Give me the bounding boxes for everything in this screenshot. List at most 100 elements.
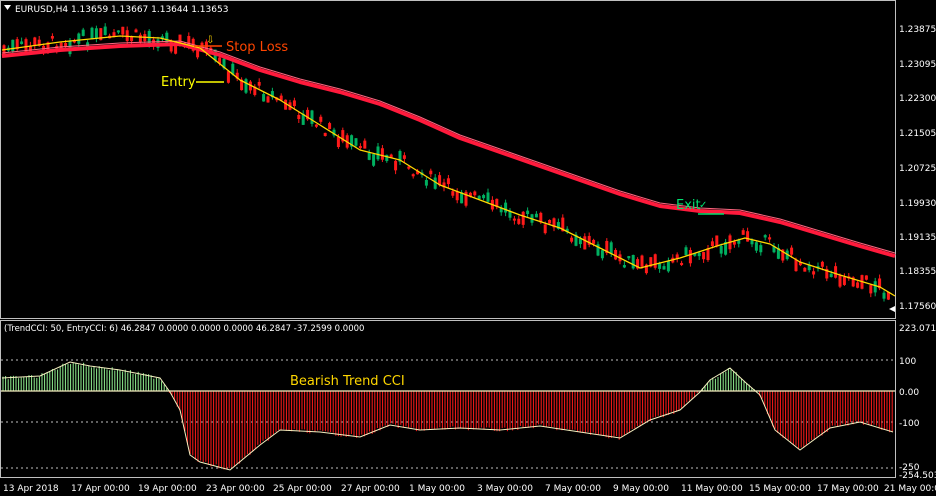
- price-tick-label: 1.18355: [899, 267, 936, 277]
- candle-body: [548, 219, 552, 224]
- price-tick-label: 1.19135: [899, 233, 936, 243]
- candle-body: [20, 41, 24, 45]
- candle-body: [842, 276, 846, 285]
- candle-body: [812, 271, 816, 275]
- candle-body: [754, 242, 758, 251]
- candle-body: [710, 241, 714, 247]
- time-tick-label: 15 May 00:00: [749, 484, 811, 494]
- time-tick-label: 13 Apr 2018: [3, 484, 59, 494]
- candle-body: [622, 265, 626, 268]
- candle-body: [165, 32, 169, 44]
- candle-body: [512, 218, 516, 221]
- candle-body: [658, 263, 662, 269]
- candle-body: [794, 259, 798, 272]
- candle-body: [81, 29, 85, 36]
- time-tick-label: 3 May 00:00: [477, 484, 533, 494]
- price-tick-label: 1.19930: [899, 199, 936, 209]
- price-axis: 1.23875 1.23095 1.22300 1.21505 1.20725 …: [899, 25, 936, 312]
- candle-body: [103, 26, 107, 35]
- candle-body: [11, 39, 15, 52]
- candle-body: [702, 252, 706, 260]
- candle-body: [882, 292, 886, 299]
- price-tick-label: 1.23095: [899, 60, 936, 70]
- candle-body: [116, 30, 120, 33]
- candle-body: [803, 267, 807, 272]
- candle-body: [424, 179, 428, 186]
- candle-body: [715, 235, 719, 247]
- candle-body: [763, 235, 767, 238]
- candle-body: [367, 152, 371, 160]
- time-tick-label: 17 Apr 00:00: [71, 484, 130, 494]
- candle-body: [138, 34, 142, 43]
- candle-body: [376, 146, 380, 160]
- level-0-label: 0.00: [899, 388, 919, 398]
- candle-body: [759, 245, 763, 253]
- chart-window: EURUSD,H4 1.13659 1.13667 1.13644 1.1365…: [0, 0, 936, 494]
- indicator-min-label: -254.5032: [899, 471, 936, 481]
- candle-body: [627, 256, 631, 259]
- time-tick-label: 25 Apr 00:00: [273, 484, 332, 494]
- candle-body: [257, 81, 261, 86]
- candle-body: [486, 192, 490, 202]
- candle-body: [451, 191, 455, 196]
- candle-body: [526, 210, 530, 215]
- price-tick-label: 1.22300: [899, 94, 936, 104]
- candle-body: [319, 116, 323, 122]
- candle-body: [684, 247, 688, 255]
- candle-body: [517, 218, 521, 224]
- candle-body: [394, 160, 398, 171]
- candle-body: [521, 211, 525, 225]
- candle-body: [354, 138, 358, 146]
- indicator-header: (TrendCCI: 50, EntryCCI: 6) 46.2847 0.00…: [4, 324, 364, 334]
- candle-body: [869, 285, 873, 294]
- time-tick-label: 1 May 00:00: [409, 484, 465, 494]
- candle-body: [834, 266, 838, 278]
- candle-body: [336, 136, 340, 148]
- candle-body: [746, 231, 750, 242]
- candle-body: [790, 247, 794, 255]
- candle-body: [477, 195, 481, 200]
- candle-body: [706, 248, 710, 261]
- stop-loss-label: Stop Loss: [226, 40, 288, 55]
- candle-body: [446, 178, 450, 185]
- candle-body: [297, 114, 301, 119]
- candle-body: [820, 261, 824, 267]
- time-tick-label: 27 Apr 00:00: [341, 484, 400, 494]
- candle-body: [266, 96, 270, 103]
- candle-body: [631, 254, 635, 269]
- time-tick-label: 9 May 00:00: [613, 484, 669, 494]
- level-100-label: 100: [899, 357, 916, 367]
- candle-body: [121, 26, 125, 35]
- candle-body: [380, 148, 384, 160]
- candle-body: [864, 275, 868, 280]
- candle-body: [768, 237, 772, 240]
- candle-body: [134, 29, 138, 33]
- level-minus100-label: -100: [899, 419, 920, 429]
- candle-body: [328, 123, 332, 130]
- candle-body: [543, 224, 547, 234]
- stop-arrow-icon: ⇩: [206, 35, 214, 46]
- candle-body: [534, 213, 538, 218]
- candle-body: [688, 249, 692, 264]
- candle-body: [292, 100, 296, 107]
- candle-body: [741, 230, 745, 235]
- candle-body: [358, 146, 362, 149]
- candle-body: [226, 71, 230, 83]
- candle-body: [583, 236, 587, 250]
- candle-body: [363, 140, 367, 149]
- price-tick-label: 1.17560: [899, 302, 936, 312]
- candle-body: [310, 110, 314, 124]
- candle-body: [662, 266, 666, 270]
- candle-body: [680, 262, 684, 266]
- time-tick-label: 7 May 00:00: [545, 484, 601, 494]
- candle-body: [697, 252, 701, 257]
- candle-body: [90, 27, 94, 40]
- candle-body: [653, 254, 657, 268]
- candle-body: [482, 195, 486, 199]
- candle-body: [77, 33, 81, 44]
- time-tick-label: 17 May 00:00: [817, 484, 879, 494]
- candle-body: [609, 242, 613, 254]
- candle-body: [402, 155, 406, 159]
- candle-body: [323, 132, 327, 136]
- candle-body: [732, 241, 736, 245]
